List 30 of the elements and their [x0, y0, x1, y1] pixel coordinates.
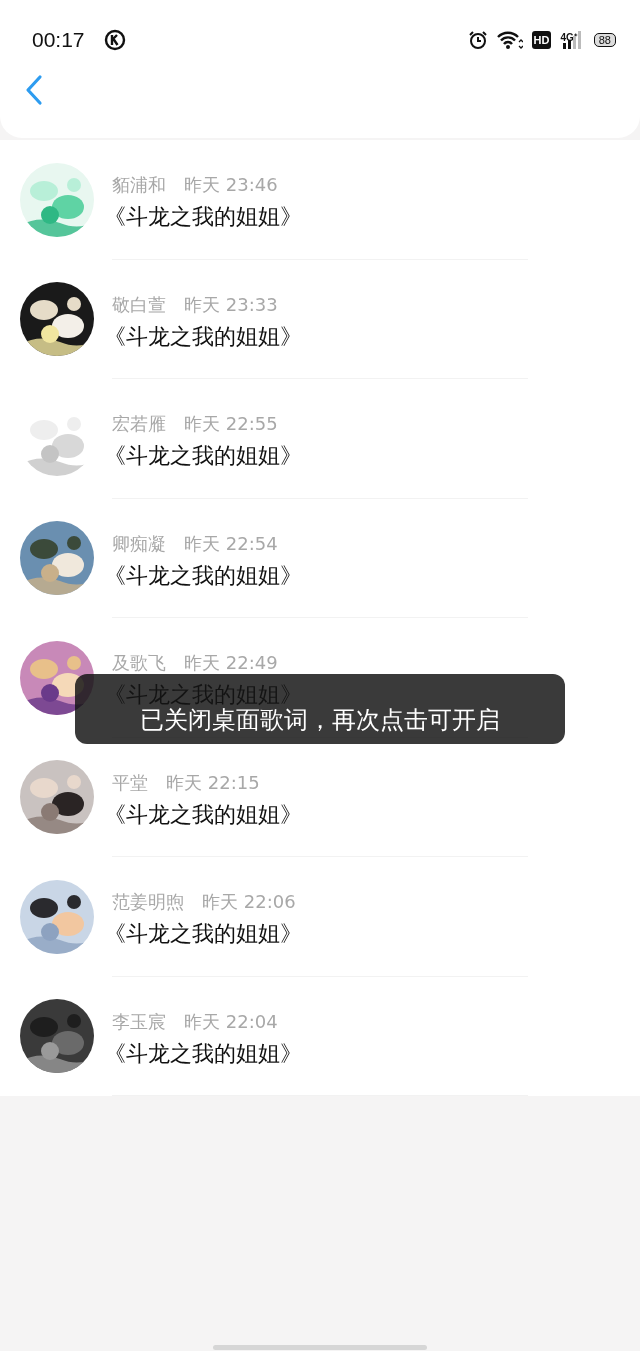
message-text: 《斗龙之我的姐姐》: [104, 324, 302, 349]
message-text: 《斗龙之我的姐姐》: [104, 563, 302, 588]
hd-badge: HD: [531, 31, 552, 49]
message-time: 昨天 23:46: [184, 173, 278, 198]
sender-name: 宏若雁: [112, 412, 166, 437]
message-text: 《斗龙之我的姐姐》: [104, 205, 302, 230]
message-text: 《斗龙之我的姐姐》: [104, 1041, 302, 1066]
battery-indicator: 88: [593, 33, 616, 47]
message-text: 《斗龙之我的姐姐》: [104, 802, 302, 827]
message-time: 昨天 22:55: [184, 412, 278, 437]
message-time: 昨天 22:15: [166, 770, 260, 795]
sender-name: 平堂: [112, 770, 148, 795]
status-time: 00:17: [32, 28, 85, 52]
message-time: 昨天 23:33: [184, 292, 278, 317]
k-circle-icon: [103, 29, 126, 51]
message-text: 《斗龙之我的姐姐》: [104, 444, 302, 469]
sender-name: 李玉宸: [112, 1009, 166, 1034]
message-time: 昨天 22:06: [202, 890, 296, 915]
wifi-icon: [496, 30, 523, 50]
sender-name: 及歌飞: [112, 651, 166, 676]
message-text: 《斗龙之我的姐姐》: [104, 922, 302, 947]
message-time: 昨天 22:04: [184, 1009, 278, 1034]
back-icon[interactable]: [24, 74, 44, 106]
sender-name: 卿痴凝: [112, 531, 166, 556]
sender-name: 貊浦和: [112, 173, 166, 198]
alarm-icon: [467, 30, 488, 50]
message-time: 昨天 22:54: [184, 531, 278, 556]
message-time: 昨天 22:49: [184, 651, 278, 676]
sender-name: 敬白萱: [112, 292, 166, 317]
sender-name: 范姜明煦: [112, 890, 184, 915]
